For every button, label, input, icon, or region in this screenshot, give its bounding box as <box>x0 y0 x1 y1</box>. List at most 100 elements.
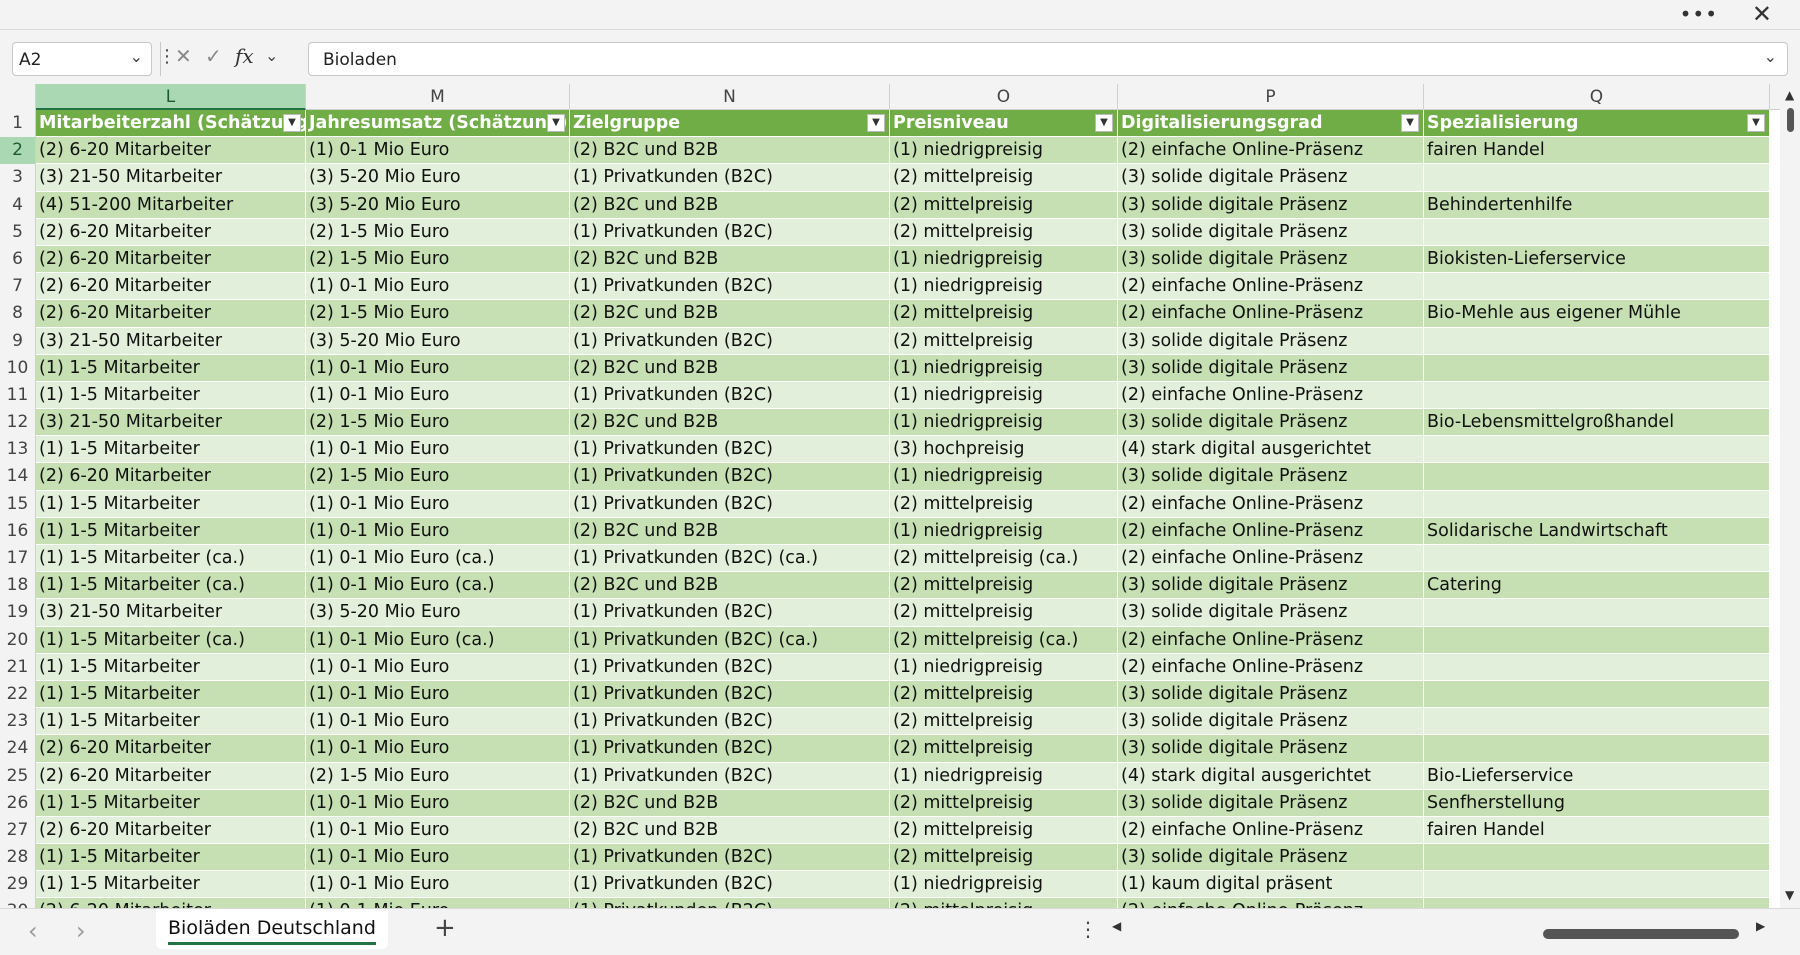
table-cell[interactable]: (1) 0-1 Mio Euro <box>306 789 570 817</box>
filter-dropdown-icon[interactable]: ▼ <box>1747 114 1765 132</box>
table-cell[interactable] <box>1424 871 1770 899</box>
row-header[interactable]: 16 <box>0 517 36 545</box>
table-cell[interactable]: (3) solide digitale Präsenz <box>1118 599 1424 627</box>
row-header[interactable]: 14 <box>0 463 36 491</box>
table-cell[interactable]: (2) einfache Online-Präsenz <box>1118 273 1424 301</box>
header-cell[interactable]: Zielgruppe ▼ <box>570 110 890 138</box>
table-cell[interactable]: (3) solide digitale Präsenz <box>1118 463 1424 491</box>
table-cell[interactable]: (1) 1-5 Mitarbeiter (ca.) <box>36 626 306 654</box>
table-cell[interactable]: (2) mittelpreisig <box>890 191 1118 219</box>
table-cell[interactable]: (2) mittelpreisig <box>890 490 1118 518</box>
name-box[interactable]: A2 ⌄ <box>12 42 152 76</box>
table-cell[interactable]: (3) solide digitale Präsenz <box>1118 708 1424 736</box>
table-cell[interactable]: (1) 0-1 Mio Euro <box>306 273 570 301</box>
chevron-down-icon[interactable]: ⌄ <box>130 47 143 66</box>
table-cell[interactable]: (1) Privatkunden (B2C) (ca.) <box>570 626 890 654</box>
next-sheet-icon[interactable]: › <box>76 917 86 945</box>
table-cell[interactable] <box>1424 327 1770 355</box>
table-cell[interactable]: Bio-Lebensmittelgroßhandel <box>1424 409 1770 437</box>
table-cell[interactable]: Solidarische Landwirtschaft <box>1424 517 1770 545</box>
row-header[interactable]: 9 <box>0 327 36 355</box>
column-header-M[interactable]: M <box>306 84 570 110</box>
table-cell[interactable]: (4) 51-200 Mitarbeiter <box>36 191 306 219</box>
table-cell[interactable]: (1) 1-5 Mitarbeiter <box>36 653 306 681</box>
filter-dropdown-icon[interactable]: ▼ <box>283 114 301 132</box>
table-cell[interactable]: (3) solide digitale Präsenz <box>1118 354 1424 382</box>
table-cell[interactable]: (1) niedrigpreisig <box>890 245 1118 274</box>
table-cell[interactable]: (2) mittelpreisig <box>890 898 1118 908</box>
table-cell[interactable]: (3) solide digitale Präsenz <box>1118 572 1424 600</box>
table-cell[interactable]: (1) Privatkunden (B2C) <box>570 463 890 491</box>
row-header[interactable]: 1 <box>0 110 36 138</box>
row-header[interactable]: 11 <box>0 381 36 410</box>
table-cell[interactable]: (1) 1-5 Mitarbeiter <box>36 789 306 817</box>
table-cell[interactable]: (2) mittelpreisig <box>890 164 1118 192</box>
close-icon[interactable]: ✕ <box>1752 0 1772 28</box>
table-cell[interactable]: (2) B2C und B2B <box>570 354 890 382</box>
table-cell[interactable]: (3) solide digitale Präsenz <box>1118 164 1424 192</box>
table-cell[interactable]: (2) 1-5 Mio Euro <box>306 409 570 437</box>
table-cell[interactable]: (2) 6-20 Mitarbeiter <box>36 218 306 246</box>
table-cell[interactable]: (1) 1-5 Mitarbeiter (ca.) <box>36 545 306 573</box>
table-cell[interactable]: (2) einfache Online-Präsenz <box>1118 517 1424 545</box>
table-cell[interactable]: (2) mittelpreisig <box>890 327 1118 355</box>
cancel-icon[interactable]: ✕ <box>175 44 192 68</box>
column-header-L[interactable]: L <box>36 84 306 110</box>
table-cell[interactable]: (3) solide digitale Präsenz <box>1118 245 1424 274</box>
table-cell[interactable]: (2) mittelpreisig <box>890 218 1118 246</box>
table-cell[interactable]: (2) einfache Online-Präsenz <box>1118 653 1424 681</box>
row-header[interactable]: 12 <box>0 409 36 437</box>
vertical-dots-icon[interactable]: ⋮ <box>1078 917 1098 941</box>
row-header[interactable]: 24 <box>0 735 36 763</box>
row-header[interactable]: 19 <box>0 599 36 627</box>
table-cell[interactable]: (3) solide digitale Präsenz <box>1118 409 1424 437</box>
table-cell[interactable]: (2) B2C und B2B <box>570 816 890 845</box>
table-cell[interactable]: (1) 1-5 Mitarbeiter <box>36 708 306 736</box>
table-cell[interactable]: (3) solide digitale Präsenz <box>1118 789 1424 817</box>
table-cell[interactable]: (1) 1-5 Mitarbeiter <box>36 871 306 899</box>
table-cell[interactable]: (3) 21-50 Mitarbeiter <box>36 327 306 355</box>
table-cell[interactable]: (2) 6-20 Mitarbeiter <box>36 735 306 763</box>
column-header-O[interactable]: O <box>890 84 1118 110</box>
table-cell[interactable] <box>1424 545 1770 573</box>
header-cell[interactable]: Preisniveau ▼ <box>890 110 1118 138</box>
table-cell[interactable]: (1) Privatkunden (B2C) <box>570 381 890 410</box>
table-cell[interactable]: (2) einfache Online-Präsenz <box>1118 300 1424 328</box>
row-header[interactable]: 17 <box>0 545 36 573</box>
table-cell[interactable] <box>1424 436 1770 464</box>
table-cell[interactable]: (2) 1-5 Mio Euro <box>306 762 570 790</box>
table-cell[interactable]: (2) mittelpreisig <box>890 816 1118 845</box>
table-cell[interactable]: (2) einfache Online-Präsenz <box>1118 898 1424 908</box>
table-cell[interactable]: (1) Privatkunden (B2C) <box>570 273 890 301</box>
row-header[interactable]: 20 <box>0 626 36 654</box>
table-cell[interactable]: (1) niedrigpreisig <box>890 409 1118 437</box>
table-cell[interactable]: (1) 0-1 Mio Euro <box>306 871 570 899</box>
table-cell[interactable]: fairen Handel <box>1424 816 1770 845</box>
table-cell[interactable] <box>1424 653 1770 681</box>
horizontal-scroll-thumb[interactable] <box>1543 929 1739 939</box>
table-cell[interactable]: (3) 21-50 Mitarbeiter <box>36 599 306 627</box>
row-header[interactable]: 26 <box>0 789 36 817</box>
add-sheet-icon[interactable]: + <box>434 913 456 943</box>
chevron-down-icon[interactable]: ⌄ <box>265 46 278 65</box>
table-cell[interactable]: (2) einfache Online-Präsenz <box>1118 816 1424 845</box>
table-cell[interactable]: (1) Privatkunden (B2C) <box>570 871 890 899</box>
select-all-corner[interactable] <box>0 84 36 110</box>
table-cell[interactable]: (1) 0-1 Mio Euro <box>306 490 570 518</box>
table-cell[interactable]: (1) 0-1 Mio Euro (ca.) <box>306 572 570 600</box>
table-cell[interactable]: (1) 0-1 Mio Euro <box>306 680 570 709</box>
scroll-up-icon[interactable]: ▲ <box>1785 88 1794 102</box>
table-cell[interactable] <box>1424 463 1770 491</box>
table-cell[interactable]: (2) einfache Online-Präsenz <box>1118 626 1424 654</box>
table-cell[interactable]: (2) 6-20 Mitarbeiter <box>36 245 306 274</box>
table-cell[interactable]: (2) B2C und B2B <box>570 789 890 817</box>
table-cell[interactable]: (3) solide digitale Präsenz <box>1118 680 1424 709</box>
row-header[interactable]: 13 <box>0 436 36 464</box>
table-cell[interactable]: Catering <box>1424 572 1770 600</box>
table-cell[interactable]: (2) einfache Online-Präsenz <box>1118 137 1424 165</box>
table-cell[interactable]: (1) Privatkunden (B2C) <box>570 164 890 192</box>
table-cell[interactable]: (1) Privatkunden (B2C) <box>570 708 890 736</box>
table-cell[interactable]: (1) niedrigpreisig <box>890 871 1118 899</box>
table-cell[interactable]: (4) stark digital ausgerichtet <box>1118 436 1424 464</box>
table-cell[interactable]: (2) einfache Online-Präsenz <box>1118 490 1424 518</box>
